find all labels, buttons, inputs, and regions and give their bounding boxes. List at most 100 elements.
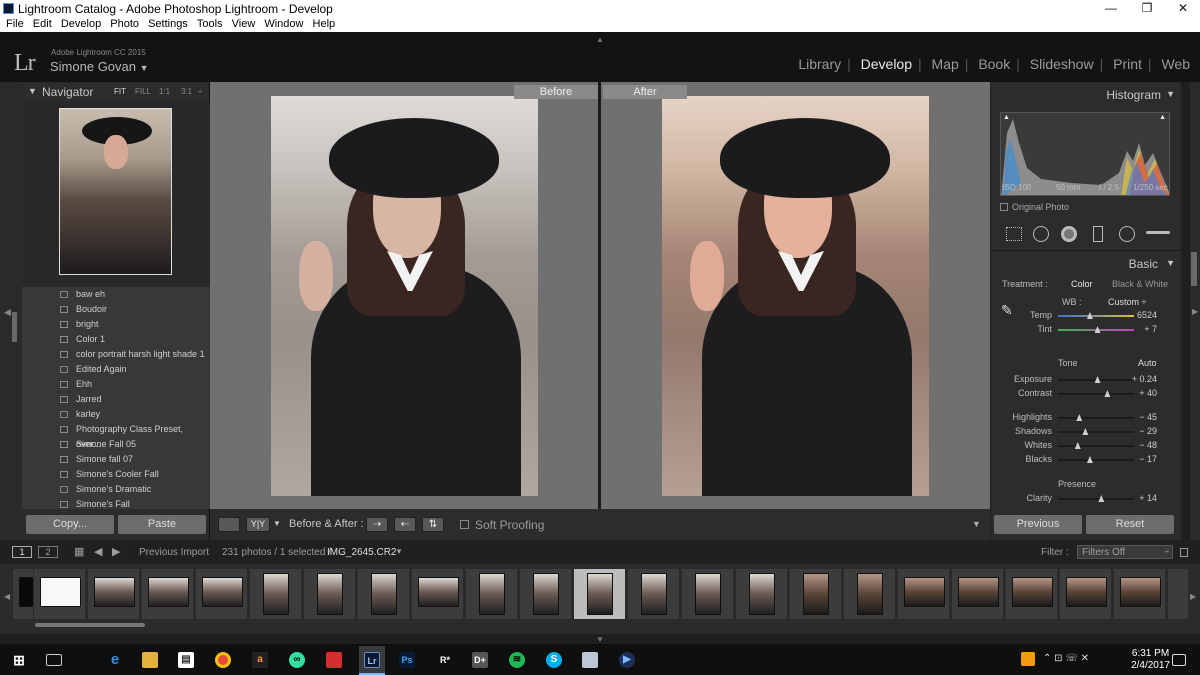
slider-value[interactable]: + 14 <box>1139 493 1157 503</box>
grid-view-icon[interactable]: ▦ <box>74 545 84 558</box>
zoom-fit[interactable]: FIT <box>114 87 126 96</box>
slider-exposure[interactable]: Exposure + 0.24 <box>991 374 1181 386</box>
right-panel-toggle-strip[interactable]: ▶ <box>1190 82 1200 540</box>
maximize-button[interactable]: ❐ <box>1130 0 1164 17</box>
paste-settings-button[interactable]: Paste <box>118 515 206 534</box>
menu-develop[interactable]: Develop <box>61 17 101 32</box>
slider-value[interactable]: − 48 <box>1139 440 1157 450</box>
slider-contrast[interactable]: Contrast + 40 <box>991 388 1181 400</box>
swap-before-after-icon[interactable]: ⇅ <box>422 517 444 532</box>
preset-item[interactable]: karley <box>22 407 210 422</box>
app-red-icon[interactable] <box>326 652 342 668</box>
filmstrip-right-icon[interactable]: ▶ <box>1190 592 1196 601</box>
right-scrollbar[interactable] <box>1191 252 1197 286</box>
film-thumb[interactable] <box>357 568 410 620</box>
preset-item[interactable]: Simone's Fall <box>22 497 210 509</box>
tripadvisor-icon[interactable]: ∞ <box>289 652 305 668</box>
original-photo-checkbox[interactable] <box>1000 203 1008 211</box>
slider-tint[interactable]: Tint + 7 <box>991 324 1181 336</box>
file-dropdown-icon[interactable]: ▼ <box>395 547 403 556</box>
crop-tool-icon[interactable] <box>1006 227 1022 241</box>
clock[interactable]: 6:31 PM 2/4/2017 <box>1131 648 1170 672</box>
slider-track[interactable] <box>1058 417 1134 419</box>
menu-edit[interactable]: Edit <box>33 17 52 32</box>
spotify-icon[interactable]: ≋ <box>509 652 525 668</box>
module-print[interactable]: Print <box>1113 56 1142 72</box>
film-thumb[interactable] <box>519 568 572 620</box>
zoom-1-1[interactable]: 1:1 <box>159 87 170 96</box>
navigator-header[interactable]: ▼ Navigator FIT FILL 1:1 3:1 ÷ <box>22 82 210 102</box>
preset-item[interactable]: Ehh <box>22 377 210 392</box>
preset-item[interactable]: Simone fall 07 <box>22 452 210 467</box>
selected-file-name[interactable]: IMG_2645.CR2 <box>327 547 396 558</box>
film-thumb[interactable] <box>843 568 896 620</box>
slider-whites[interactable]: Whites − 48 <box>991 440 1181 452</box>
film-thumb[interactable] <box>87 568 140 620</box>
slider-track[interactable] <box>1058 431 1134 433</box>
film-thumb[interactable] <box>897 568 950 620</box>
slider-track[interactable] <box>1058 459 1134 461</box>
slider-value[interactable]: − 29 <box>1139 426 1157 436</box>
left-scrollbar[interactable] <box>12 312 17 342</box>
app-d-icon[interactable]: D+ <box>472 652 488 668</box>
slider-value[interactable]: − 45 <box>1139 412 1157 422</box>
slider-value[interactable]: + 40 <box>1139 388 1157 398</box>
preset-item[interactable]: Boudoir <box>22 302 210 317</box>
film-thumb[interactable] <box>1005 568 1058 620</box>
file-explorer-icon[interactable] <box>142 652 158 668</box>
slider-track[interactable] <box>1058 498 1134 500</box>
film-thumb[interactable] <box>1059 568 1112 620</box>
film-thumb[interactable] <box>735 568 788 620</box>
after-photo[interactable] <box>662 96 929 496</box>
red-eye-icon[interactable] <box>1061 226 1077 242</box>
original-photo-toggle[interactable]: Original Photo <box>1000 202 1069 212</box>
slider-track[interactable] <box>1058 393 1134 395</box>
chrome-icon[interactable] <box>215 652 231 668</box>
film-thumb[interactable] <box>681 568 734 620</box>
close-button[interactable]: ✕ <box>1166 0 1200 17</box>
film-thumb[interactable] <box>1167 568 1189 620</box>
radial-filter-icon[interactable] <box>1119 226 1135 242</box>
module-web[interactable]: Web <box>1161 56 1190 72</box>
minimize-button[interactable]: — <box>1094 0 1128 17</box>
basic-header[interactable]: Basic ▼ <box>991 254 1181 274</box>
slider-value[interactable]: + 7 <box>1144 324 1157 334</box>
soft-proofing-checkbox[interactable] <box>460 520 469 529</box>
notification-app-icon[interactable] <box>1021 652 1035 666</box>
preset-item[interactable]: Simone's Dramatic <box>22 482 210 497</box>
preset-item[interactable]: Jarred <box>22 392 210 407</box>
amazon-icon[interactable]: a <box>252 652 268 668</box>
slider-shadows[interactable]: Shadows − 29 <box>991 426 1181 438</box>
forward-arrow-icon[interactable]: ▶ <box>112 545 120 558</box>
main-window-button[interactable]: 1 <box>12 546 32 558</box>
skype-icon[interactable]: S <box>546 652 562 668</box>
collapse-bottom-icon[interactable]: ▼ <box>596 635 604 644</box>
film-thumb[interactable] <box>465 568 518 620</box>
view-dropdown-icon[interactable]: ▼ <box>273 519 281 528</box>
zoom-3-1[interactable]: 3:1 <box>181 87 192 96</box>
collapse-top-icon[interactable]: ▲ <box>596 35 604 44</box>
action-center-icon[interactable] <box>1172 654 1186 666</box>
copy-after-to-before-icon[interactable]: ⇠ <box>394 517 416 532</box>
slider-value[interactable]: − 17 <box>1139 454 1157 464</box>
preset-item[interactable]: Color 1 <box>22 332 210 347</box>
film-thumb[interactable] <box>627 568 680 620</box>
back-arrow-icon[interactable]: ◀ <box>94 545 102 558</box>
histogram-header[interactable]: Histogram ▼ <box>991 86 1181 106</box>
collapse-triangle-icon[interactable]: ▼ <box>28 86 37 96</box>
system-tray-icons[interactable]: ⌃ ⊡ ☏ ✕ <box>1043 653 1089 664</box>
film-thumb[interactable] <box>951 568 1004 620</box>
slider-clarity[interactable]: Clarity + 14 <box>991 493 1181 505</box>
slider-highlights[interactable]: Highlights − 45 <box>991 412 1181 424</box>
preset-item[interactable]: Photography Class Preset, over... <box>22 422 210 449</box>
film-thumb[interactable] <box>1113 568 1166 620</box>
treatment-color-option[interactable]: Color <box>1071 279 1093 289</box>
slider-temp[interactable]: Temp 6524 <box>991 310 1181 322</box>
preset-item[interactable]: bright <box>22 317 210 332</box>
slider-value[interactable]: + 0.24 <box>1132 374 1157 384</box>
module-book[interactable]: Book <box>978 56 1010 72</box>
zoom-stepper-icon[interactable]: ÷ <box>198 87 202 96</box>
collapse-triangle-icon[interactable]: ▼ <box>1166 258 1175 268</box>
film-thumb[interactable] <box>303 568 356 620</box>
adjustment-brush-icon[interactable] <box>1146 231 1170 234</box>
